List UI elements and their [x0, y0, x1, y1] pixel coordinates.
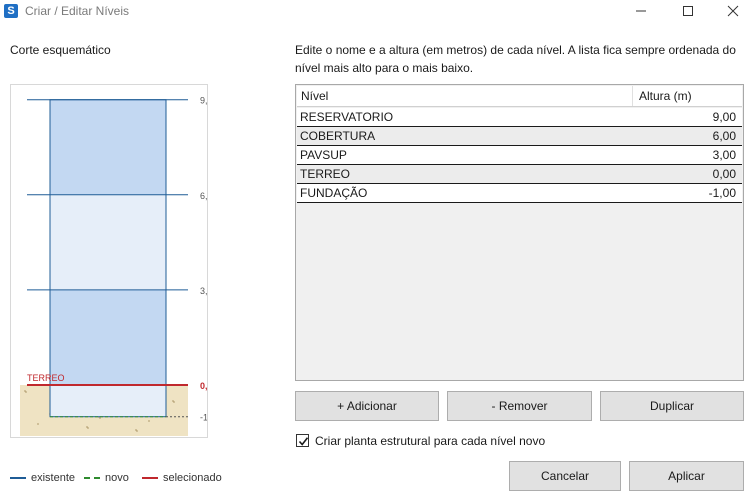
- level-label: 9,00: [200, 96, 207, 106]
- ground-speck: [148, 420, 150, 422]
- building-floor-ground: [50, 289, 166, 385]
- checkmark-icon: [298, 437, 309, 446]
- level-label: 3,00: [200, 286, 207, 296]
- cell-altura[interactable]: 3,00: [713, 146, 736, 164]
- cell-nivel[interactable]: COBERTURA: [300, 127, 375, 145]
- legend-new: novo: [84, 472, 129, 484]
- ground-speck: [87, 427, 89, 429]
- legend-selected-swatch: [142, 477, 158, 480]
- cell-altura[interactable]: 6,00: [713, 127, 736, 145]
- table-row[interactable]: FUNDAÇÃO -1,00: [297, 184, 742, 203]
- apply-button[interactable]: Aplicar: [629, 461, 744, 491]
- title-bar: S Criar / Editar Níveis: [0, 0, 754, 22]
- legend-selected-label: selecionado: [163, 472, 222, 484]
- minimize-icon: [636, 10, 646, 12]
- minimize-button[interactable]: [618, 0, 664, 22]
- ground-speck: [25, 391, 27, 393]
- legend-new-swatch: [84, 477, 100, 480]
- cell-nivel[interactable]: PAVSUP: [300, 146, 347, 164]
- legend-selected: selecionado: [142, 472, 222, 484]
- building-floor-top: [50, 99, 166, 195]
- ground-speck: [136, 430, 138, 432]
- instructions-text: Edite o nome e a altura (em metros) de c…: [295, 43, 736, 75]
- level-label: -1,00: [200, 413, 207, 423]
- cell-nivel[interactable]: FUNDAÇÃO: [300, 184, 367, 202]
- cell-nivel[interactable]: RESERVATORIO: [300, 108, 393, 126]
- ground-speck: [173, 401, 175, 403]
- table-row[interactable]: PAVSUP 3,00: [297, 146, 742, 165]
- window-title: Criar / Editar Níveis: [25, 4, 130, 18]
- maximize-icon: [683, 6, 693, 16]
- cell-nivel[interactable]: TERREO: [300, 165, 350, 183]
- grid-header: Nível Altura (m): [297, 86, 742, 107]
- add-level-button[interactable]: + Adicionar: [295, 391, 439, 421]
- schematic-drawing: 9,00 6,00 3,00 0,00 TERREO -1,00: [20, 96, 221, 436]
- close-icon: [727, 5, 739, 17]
- cell-altura[interactable]: 9,00: [713, 108, 736, 126]
- building-basement: [50, 385, 166, 417]
- level-name-label: TERREO: [27, 373, 65, 383]
- legend-existing: existente: [10, 472, 75, 484]
- level-label: 0,00: [200, 381, 207, 391]
- remove-level-button[interactable]: - Remover: [447, 391, 592, 421]
- maximize-button[interactable]: [665, 0, 711, 22]
- cancel-button[interactable]: Cancelar: [509, 461, 621, 491]
- create-plan-label[interactable]: Criar planta estrutural para cada nível …: [315, 433, 545, 449]
- ground-speck: [99, 417, 101, 419]
- column-header-altura[interactable]: Altura (m): [634, 86, 742, 106]
- app-icon: S: [4, 4, 18, 18]
- close-button[interactable]: [710, 0, 754, 22]
- table-row[interactable]: RESERVATORIO 9,00: [297, 108, 742, 127]
- cell-altura[interactable]: -1,00: [709, 184, 736, 202]
- column-header-nivel[interactable]: Nível: [297, 86, 633, 106]
- duplicate-level-button[interactable]: Duplicar: [600, 391, 744, 421]
- ground-speck: [37, 423, 39, 425]
- create-plan-checkbox[interactable]: [296, 434, 309, 447]
- level-label: 6,00: [200, 191, 207, 201]
- levels-grid[interactable]: Nível Altura (m) RESERVATORIO 9,00 COBER…: [295, 84, 744, 381]
- legend-new-label: novo: [105, 472, 129, 484]
- section-schematic: 9,00 6,00 3,00 0,00 TERREO -1,00: [10, 84, 221, 438]
- legend-existing-swatch: [10, 477, 26, 480]
- section-label: Corte esquemático: [10, 43, 111, 57]
- table-row[interactable]: COBERTURA 6,00: [297, 127, 742, 146]
- legend-existing-label: existente: [31, 472, 76, 484]
- table-row[interactable]: TERREO 0,00: [297, 165, 742, 184]
- cell-altura[interactable]: 0,00: [713, 165, 736, 183]
